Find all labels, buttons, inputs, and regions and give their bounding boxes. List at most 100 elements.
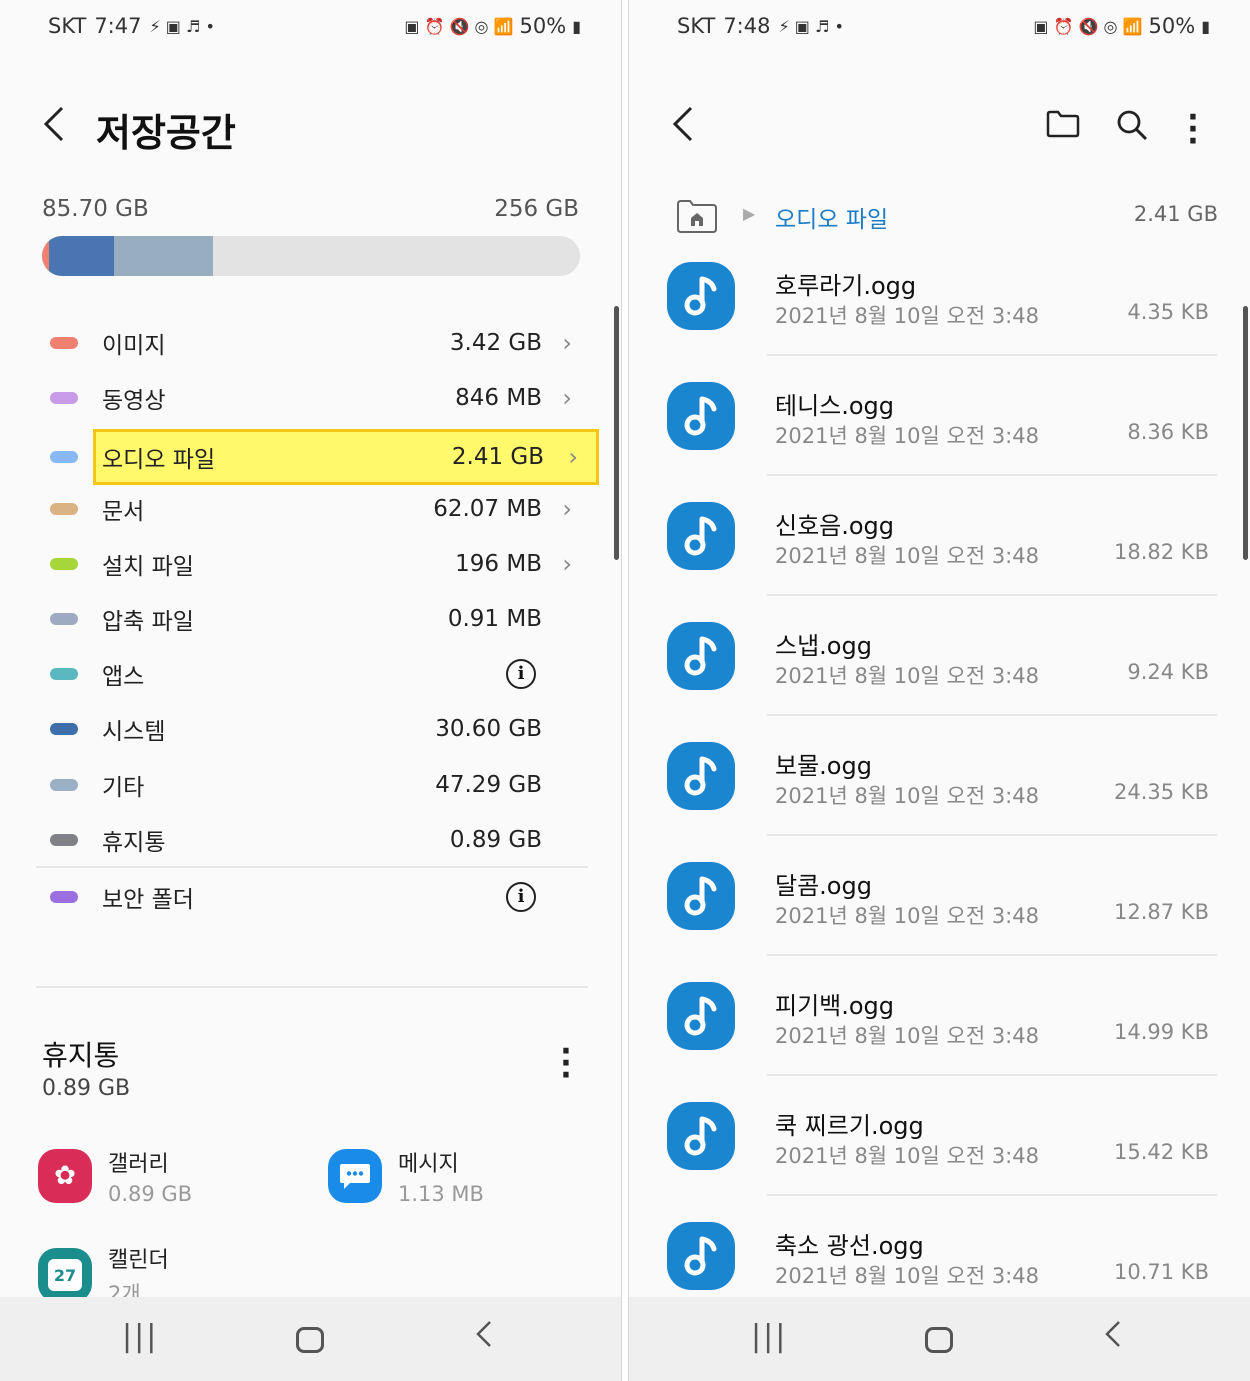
category-row[interactable]: 압축 파일 0.91 MB [36,594,594,644]
carrier-label: SKT [677,14,716,38]
recent-apps-icon[interactable]: ||| [122,1319,158,1354]
category-name: 이미지 [102,333,166,359]
app-size: 1.13 MB [398,1182,484,1206]
nav-back-icon[interactable] [474,1319,494,1357]
file-date: 2021년 8월 10일 오전 3:48 [775,1264,1039,1288]
file-row[interactable]: 쿡 찌르기.ogg 2021년 8월 10일 오전 3:48 15.42 KB [629,1102,1250,1222]
status-bar: SKT 7:47 ⚡ ▣ ♬ • ▣ ⏰ 🔇 ◎ 📶 50% ▮ [0,12,621,44]
navigation-bar: ||| [629,1297,1250,1381]
file-row[interactable]: 달콤.ogg 2021년 8월 10일 오전 3:48 12.87 KB [629,862,1250,982]
storage-bar-segment [113,236,214,276]
category-name: 오디오 파일 [102,447,216,474]
app-name: 메시지 [398,1152,459,1177]
category-color-dot [50,778,78,791]
file-size: 18.82 KB [1114,540,1209,564]
divider [767,354,1217,356]
back-arrow-icon[interactable] [40,104,70,154]
chevron-right-icon: › [562,549,572,578]
category-color-dot [50,891,78,903]
category-size: 3.42 GB [449,330,542,356]
file-name: 스냅.ogg [775,632,872,660]
music-note-icon [667,742,735,810]
nav-back-icon[interactable] [1103,1319,1123,1357]
file-date: 2021년 8월 10일 오전 3:48 [775,424,1039,448]
category-row[interactable]: 오디오 파일 2.41 GB › [50,429,599,486]
recent-apps-icon[interactable]: ||| [751,1319,787,1354]
file-row[interactable]: 보물.ogg 2021년 8월 10일 오전 3:48 24.35 KB [629,742,1250,862]
file-date: 2021년 8월 10일 오전 3:48 [775,904,1039,928]
category-name: 문서 [102,498,145,525]
category-row[interactable]: 문서 62.07 MB › [36,484,594,534]
folder-size: 2.41 GB [1133,202,1218,226]
chevron-right-icon: › [562,329,572,357]
more-options-icon[interactable]: · · · [1183,103,1203,157]
app-name: 캘린더 [108,1248,169,1273]
home-icon[interactable] [925,1327,953,1353]
file-row[interactable]: 피기백.ogg 2021년 8월 10일 오전 3:48 14.99 KB [629,982,1250,1102]
category-size: 2.41 GB [451,444,544,471]
app-name: 갤러리 [108,1152,169,1177]
category-row[interactable]: 앱스 i [36,649,594,699]
category-color-dot [50,337,78,349]
file-size: 15.42 KB [1114,1140,1209,1164]
chevron-right-icon: › [568,443,578,472]
category-color-dot [50,557,78,570]
storage-screen: SKT 7:47 ⚡ ▣ ♬ • ▣ ⏰ 🔇 ◎ 📶 50% ▮ 저장공간 85… [0,0,622,1381]
home-icon[interactable] [296,1327,324,1353]
file-size: 9.24 KB [1127,660,1209,684]
category-size: 30.60 GB [435,716,542,743]
category-row[interactable]: 이미지 3.42 GB › [36,318,594,368]
file-row[interactable]: 스냅.ogg 2021년 8월 10일 오전 3:48 9.24 KB [629,622,1250,742]
category-row[interactable]: 시스템 30.60 GB [36,704,594,754]
search-icon[interactable] [1115,108,1149,142]
info-icon[interactable]: i [506,882,536,912]
category-row[interactable]: 동영상 846 MB › [36,373,594,423]
folder-icon[interactable] [1045,108,1081,140]
scrollbar[interactable] [614,306,619,560]
category-row[interactable]: 휴지통 0.89 GB [36,815,594,865]
notification-icons: ⚡ ▣ ♬ • [149,16,215,36]
music-note-icon [667,1222,735,1290]
file-date: 2021년 8월 10일 오전 3:48 [775,1144,1039,1168]
divider [36,986,588,988]
category-size: 196 MB [455,550,542,577]
category-color-dot [50,392,78,405]
category-size: 62.07 MB [433,495,542,522]
music-note-icon [667,502,735,570]
storage-bar-segment [48,236,114,276]
home-folder-icon[interactable] [675,198,717,234]
category-row[interactable]: 설치 파일 196 MB › [36,539,594,589]
calendar-day: 27 [48,1259,82,1291]
category-name: 보안 폴더 [102,887,194,913]
file-name: 호루라기.ogg [775,272,917,300]
trash-app-gallery[interactable]: ✿ 갤러리 0.89 GB [38,1146,192,1206]
storage-usage-bar [42,236,580,276]
file-size: 14.99 KB [1114,1020,1209,1044]
category-size: 0.91 MB [447,606,542,632]
trash-app-messages[interactable]: 메시지 1.13 MB [328,1146,484,1206]
divider [767,1194,1217,1196]
file-date: 2021년 8월 10일 오전 3:48 [775,784,1039,808]
category-size: 0.89 GB [449,826,542,853]
music-note-icon [667,262,735,330]
scrollbar[interactable] [1243,306,1248,560]
category-row[interactable]: 기타 47.29 GB [36,760,594,810]
file-date: 2021년 8월 10일 오전 3:48 [775,544,1039,568]
file-row[interactable]: 신호음.ogg 2021년 8월 10일 오전 3:48 18.82 KB [629,502,1250,622]
info-icon[interactable]: i [506,659,536,690]
divider [767,474,1217,476]
category-name: 설치 파일 [102,553,194,580]
breadcrumb-current[interactable]: 오디오 파일 [775,200,888,234]
category-row[interactable]: 보안 폴더 i [36,872,594,922]
file-row[interactable]: 테니스.ogg 2021년 8월 10일 오전 3:48 8.36 KB [629,382,1250,502]
category-color-dot [50,668,78,681]
battery-icon: ▮ [1201,16,1210,36]
back-arrow-icon[interactable] [669,104,699,154]
file-date: 2021년 8월 10일 오전 3:48 [775,1024,1039,1048]
more-options-icon[interactable]: · · · [556,1037,576,1091]
music-note-icon [667,862,735,930]
battery-icon: ▮ [572,16,581,36]
storage-bar-segment [42,236,49,276]
trash-section-size: 0.89 GB [42,1076,131,1101]
file-row[interactable]: 호루라기.ogg 2021년 8월 10일 오전 3:48 4.35 KB [629,262,1250,382]
